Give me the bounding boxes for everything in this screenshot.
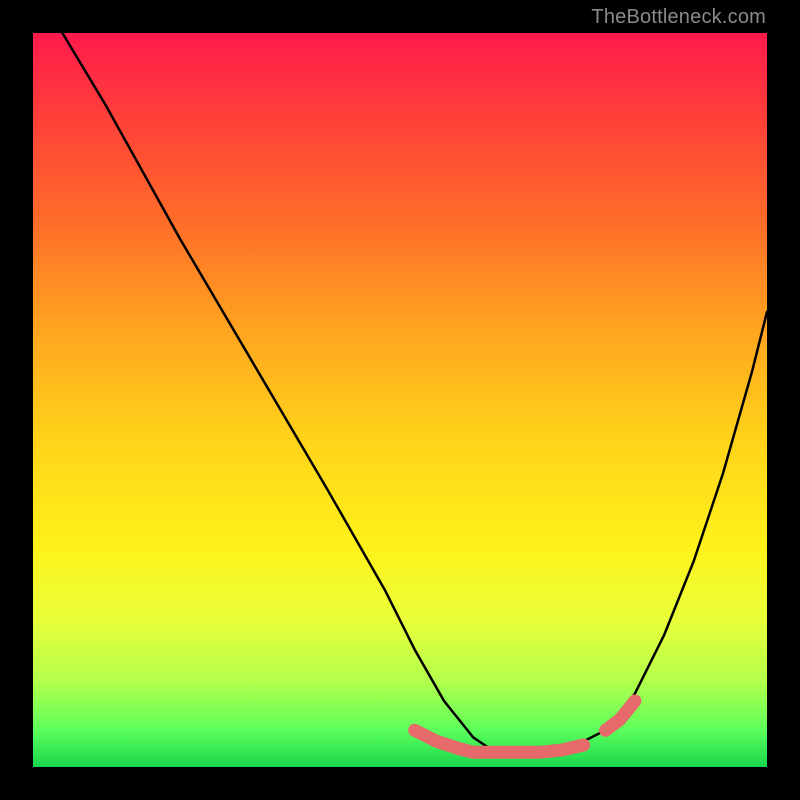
chart-frame: TheBottleneck.com bbox=[0, 0, 800, 800]
plot-area bbox=[33, 33, 767, 767]
highlight-left bbox=[415, 730, 474, 752]
curve-svg bbox=[33, 33, 767, 767]
watermark-text: TheBottleneck.com bbox=[591, 6, 766, 29]
highlight-right bbox=[606, 701, 635, 730]
main-curve bbox=[62, 33, 767, 752]
highlight-bottom bbox=[473, 745, 583, 752]
